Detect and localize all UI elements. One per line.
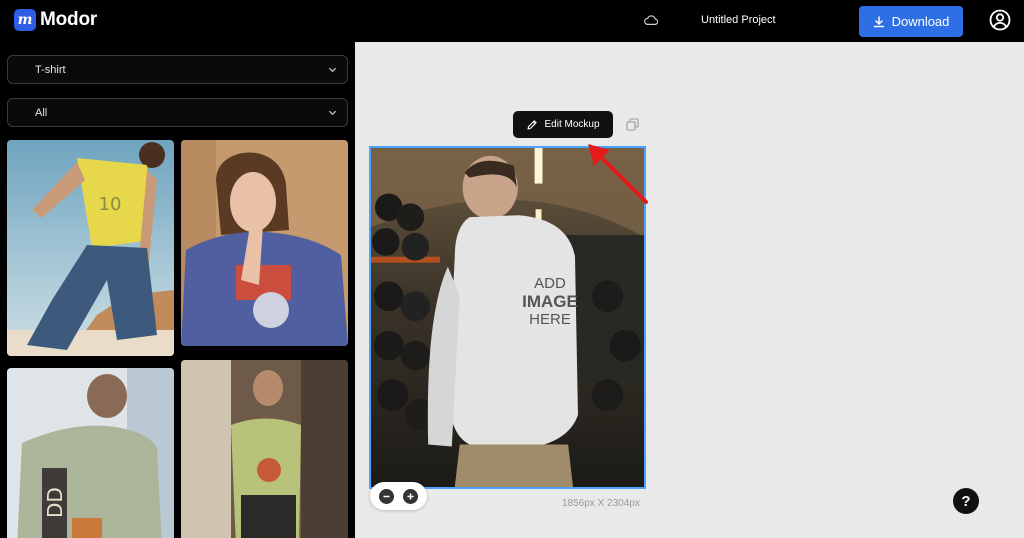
account-icon[interactable] (989, 9, 1011, 31)
category-select[interactable]: T-shirt (7, 55, 348, 84)
placeholder-line-2: IMAGE (522, 292, 578, 311)
mockup-photo (181, 140, 348, 346)
svg-text:DD: DD (43, 487, 67, 518)
mockup-photo (371, 148, 644, 487)
copy-icon[interactable] (626, 118, 639, 131)
filter-select[interactable]: All (7, 98, 348, 127)
mockup-preview[interactable]: ADD IMAGE HERE (369, 146, 646, 489)
mockup-library-panel: T-shirt All 10 DD (0, 42, 355, 538)
mockup-photo: 10 (7, 140, 174, 356)
download-icon (873, 15, 884, 27)
mockup-thumbnail[interactable]: 10 (7, 140, 174, 356)
mockup-photo: DD (7, 368, 174, 538)
plus-icon (407, 493, 414, 499)
download-label: Download (891, 14, 950, 29)
project-title[interactable]: Untitled Project (701, 14, 776, 26)
add-image-placeholder: ADD IMAGE HERE (515, 275, 585, 329)
placeholder-line-3: HERE (529, 311, 571, 328)
mockup-thumbnail[interactable] (181, 140, 348, 346)
mockup-thumbnail[interactable]: DD (7, 368, 174, 538)
filter-select-value: All (35, 106, 48, 119)
zoom-in-button[interactable] (403, 488, 419, 504)
mockup-photo (181, 360, 348, 538)
svg-text:10: 10 (99, 194, 122, 215)
edit-mockup-button[interactable]: Edit Mockup (513, 111, 613, 138)
cloud-icon[interactable] (644, 14, 658, 26)
category-select-value: T-shirt (35, 63, 66, 76)
chevron-down-icon (328, 67, 337, 73)
help-button[interactable]: ? (953, 488, 979, 514)
app-name: Modor (40, 9, 98, 30)
top-bar: m Modor Untitled Project Download (0, 0, 1024, 42)
zoom-controls (370, 482, 427, 510)
pencil-icon (527, 119, 538, 130)
minus-icon (383, 495, 390, 497)
mockup-thumbnail[interactable] (181, 360, 348, 538)
chevron-down-icon (328, 110, 337, 116)
download-button[interactable]: Download (859, 6, 963, 37)
zoom-out-button[interactable] (378, 488, 394, 504)
placeholder-line-1: ADD (534, 275, 566, 292)
canvas-dimensions: 1856px X 2304px (562, 498, 640, 509)
logo-icon: m (14, 9, 36, 31)
edit-mockup-label: Edit Mockup (544, 119, 600, 130)
logo[interactable]: m Modor (14, 9, 97, 31)
